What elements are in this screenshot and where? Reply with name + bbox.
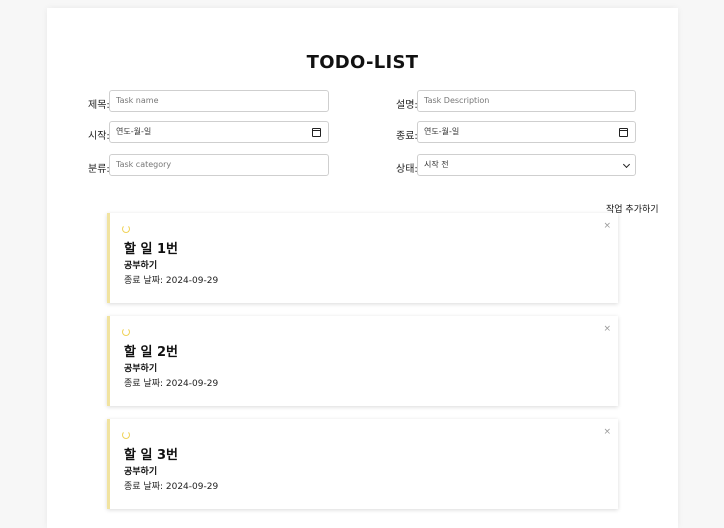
close-icon[interactable]: × xyxy=(603,427,611,437)
task-end-date: 종료 날짜: 2024-09-29 xyxy=(124,276,219,286)
description-label: 설명: xyxy=(396,100,418,111)
loading-icon xyxy=(122,431,130,439)
task-end-date: 종료 날짜: 2024-09-29 xyxy=(124,482,219,492)
status-select[interactable]: 시작 전 xyxy=(417,154,636,176)
end-date-input[interactable]: 연도-월-일 xyxy=(417,121,636,143)
task-item: × 할 일 3번 공부하기 종료 날짜: 2024-09-29 xyxy=(107,419,618,509)
loading-icon xyxy=(122,225,130,233)
task-title: 할 일 3번 xyxy=(124,448,178,463)
end-label: 종료: xyxy=(396,131,418,142)
page-title: TODO-LIST xyxy=(306,52,419,73)
task-description: 공부하기 xyxy=(124,261,158,271)
task-title: 할 일 2번 xyxy=(124,345,178,360)
start-date-value: 연도-월-일 xyxy=(116,127,152,136)
title-label: 제목: xyxy=(88,100,110,111)
task-item: × 할 일 2번 공부하기 종료 날짜: 2024-09-29 xyxy=(107,316,618,406)
status-label: 상태: xyxy=(396,164,418,175)
close-icon[interactable]: × xyxy=(603,324,611,334)
status-select-value: 시작 전 xyxy=(424,160,449,169)
task-name-input[interactable]: Task name xyxy=(109,90,329,112)
end-date-value: 연도-월-일 xyxy=(424,127,460,136)
calendar-icon[interactable] xyxy=(619,128,628,137)
task-category-input[interactable]: Task category xyxy=(109,154,329,176)
loading-icon xyxy=(122,328,130,336)
close-icon[interactable]: × xyxy=(603,221,611,231)
task-item: × 할 일 1번 공부하기 종료 날짜: 2024-09-29 xyxy=(107,213,618,303)
calendar-icon[interactable] xyxy=(312,128,321,137)
todo-card: TODO-LIST 제목: Task name 설명: Task Descrip… xyxy=(47,8,678,528)
start-label: 시작: xyxy=(88,131,110,142)
category-label: 분류: xyxy=(88,164,110,175)
chevron-down-icon xyxy=(622,160,631,169)
task-description-input[interactable]: Task Description xyxy=(417,90,636,112)
task-description: 공부하기 xyxy=(124,467,158,477)
task-end-date: 종료 날짜: 2024-09-29 xyxy=(124,379,219,389)
task-description: 공부하기 xyxy=(124,364,158,374)
start-date-input[interactable]: 연도-월-일 xyxy=(109,121,329,143)
task-title: 할 일 1번 xyxy=(124,242,178,257)
